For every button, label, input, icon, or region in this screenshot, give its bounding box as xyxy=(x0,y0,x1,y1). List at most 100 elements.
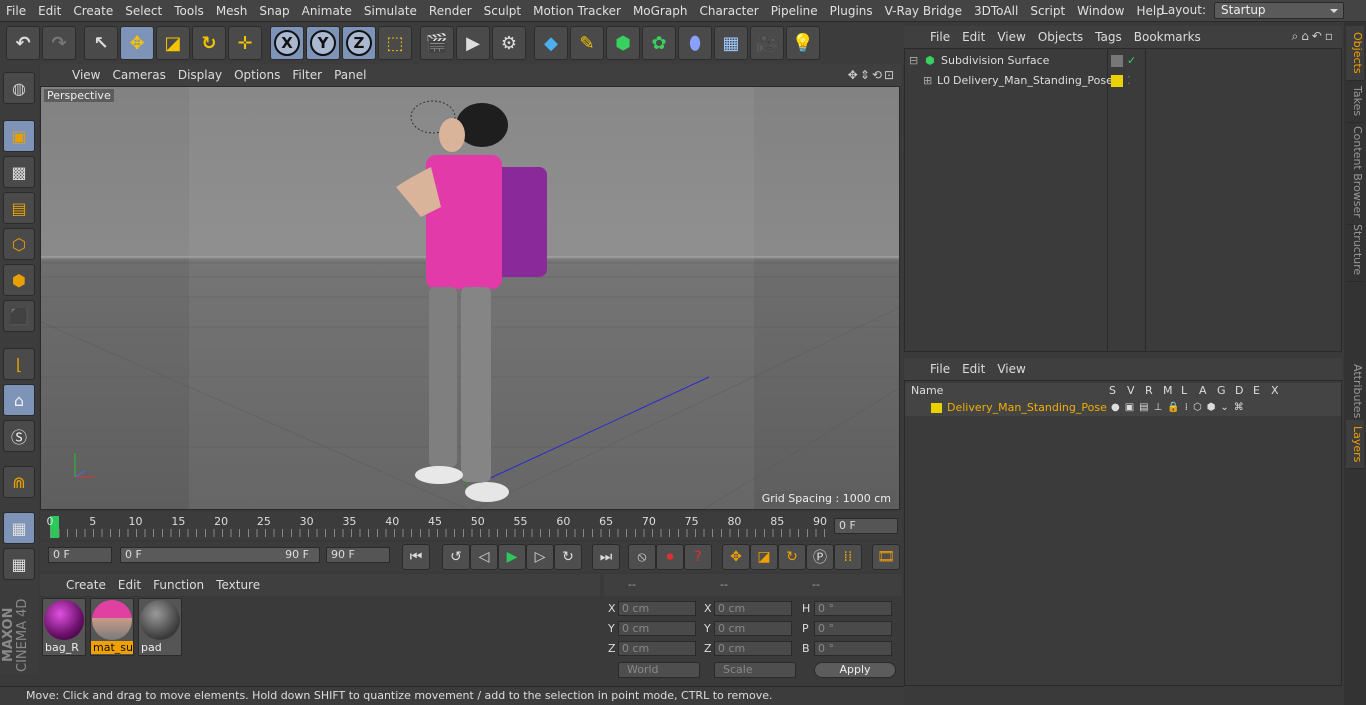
add-subdivision-button[interactable]: ⬢ xyxy=(606,26,640,60)
col-manager[interactable]: M xyxy=(1163,383,1173,399)
menu-simulate[interactable]: Simulate xyxy=(358,4,423,18)
z-axis-lock-button[interactable]: Z xyxy=(342,26,376,60)
menu-pipeline[interactable]: Pipeline xyxy=(765,4,824,18)
layer-color-icon[interactable] xyxy=(931,403,942,413)
move-tool-button[interactable]: ✥ xyxy=(120,26,154,60)
objects-menu-objects[interactable]: Objects xyxy=(1032,30,1089,44)
position-z-field[interactable]: 0 cm xyxy=(618,641,696,656)
make-editable-button[interactable]: ◍ xyxy=(3,72,35,104)
tweak-mode-button[interactable]: ⌂ xyxy=(3,384,35,416)
tab-objects[interactable]: Objects xyxy=(1346,26,1364,81)
material-menu-function[interactable]: Function xyxy=(147,578,210,592)
menu-sculpt[interactable]: Sculpt xyxy=(478,4,527,18)
size-z-field[interactable]: 0 cm xyxy=(714,641,792,656)
add-floor-button[interactable]: ▦ xyxy=(714,26,748,60)
layers-menu-view[interactable]: View xyxy=(991,362,1031,376)
render-view-button[interactable]: 🎬 xyxy=(420,26,454,60)
object-row-delivery-man[interactable]: ⊞ L0 Delivery_Man_Standing_Pose ⁚ xyxy=(905,71,1341,91)
material-item[interactable]: mat_suit xyxy=(90,598,134,656)
current-frame-field[interactable]: 0 F xyxy=(834,518,898,534)
objects-menu-tags[interactable]: Tags xyxy=(1089,30,1128,44)
record-position-button[interactable]: ✥ xyxy=(722,544,750,570)
position-y-field[interactable]: 0 cm xyxy=(618,621,696,636)
add-cloner-button[interactable]: ✿ xyxy=(642,26,676,60)
record-rotation-button[interactable]: ↻ xyxy=(778,544,806,570)
keyframe-selection-button[interactable]: ? xyxy=(684,544,712,570)
planar-workplane-button[interactable]: ▦ xyxy=(3,548,35,580)
col-animation[interactable]: A xyxy=(1199,383,1207,399)
tab-takes[interactable]: Takes xyxy=(1346,80,1364,124)
menu-render[interactable]: Render xyxy=(423,4,478,18)
col-xref[interactable]: X xyxy=(1271,383,1279,399)
record-parameter-button[interactable]: Ⓟ xyxy=(806,544,834,570)
col-generators[interactable]: G xyxy=(1217,383,1226,399)
record-keys-button[interactable]: ⦸ xyxy=(628,544,656,570)
workplane-mode-button[interactable]: ▤ xyxy=(3,192,35,224)
tab-attributes[interactable]: Attributes xyxy=(1346,358,1364,426)
add-cube-button[interactable]: ◆ xyxy=(534,26,568,60)
go-to-start-button[interactable]: ⏮ xyxy=(402,544,430,570)
viewport-menu-panel[interactable]: Panel xyxy=(328,68,372,82)
material-menu-create[interactable]: Create xyxy=(60,578,112,592)
go-to-end-button[interactable]: ⏭ xyxy=(592,544,620,570)
tab-structure[interactable]: Structure xyxy=(1346,218,1364,283)
y-axis-lock-button[interactable]: Y xyxy=(306,26,340,60)
layout-dropdown[interactable]: Startup xyxy=(1214,2,1344,19)
point-mode-button[interactable]: ⬡ xyxy=(3,228,35,260)
layer-flag-icons[interactable]: ●▣▤⊥🔒⁞⬡⬢⌄⌘ xyxy=(1111,399,1249,416)
enabled-check-icon[interactable]: ✓ xyxy=(1127,51,1136,71)
position-x-field[interactable]: 0 cm xyxy=(618,601,696,616)
axis-mode-button[interactable]: ⌊ xyxy=(3,348,35,380)
menu-edit[interactable]: Edit xyxy=(32,4,67,18)
rotate-tool-button[interactable]: ↻ xyxy=(192,26,226,60)
texture-mode-button[interactable]: ▩ xyxy=(3,156,35,188)
menu-select[interactable]: Select xyxy=(119,4,168,18)
add-deformer-button[interactable]: ⬮ xyxy=(678,26,712,60)
next-frame-button[interactable]: ▷ xyxy=(526,544,554,570)
menu-snap[interactable]: Snap xyxy=(253,4,295,18)
3d-viewport[interactable]: Perspective Grid Spacing : 1000 cm xyxy=(40,86,900,510)
viewport-menu-filter[interactable]: Filter xyxy=(286,68,328,82)
camera-label[interactable]: Perspective xyxy=(44,89,114,102)
material-item[interactable]: pad xyxy=(138,598,182,656)
solo-mode-button[interactable]: Ⓢ xyxy=(3,420,35,452)
x-axis-lock-button[interactable]: X xyxy=(270,26,304,60)
col-deformers[interactable]: D xyxy=(1235,383,1243,399)
material-menu-edit[interactable]: Edit xyxy=(112,578,147,592)
add-camera-button[interactable]: 🎥 xyxy=(750,26,784,60)
min-frame-field[interactable]: 0 F xyxy=(48,547,112,563)
max-frame-field[interactable]: 90 F xyxy=(326,547,390,563)
coordinate-mode-dropdown[interactable]: World xyxy=(618,662,700,678)
collapse-icon[interactable]: ⊟ xyxy=(909,51,918,71)
tab-layers[interactable]: Layers xyxy=(1346,420,1364,470)
menu-character[interactable]: Character xyxy=(693,4,764,18)
col-render[interactable]: R xyxy=(1145,383,1153,399)
objects-menu-edit[interactable]: Edit xyxy=(956,30,991,44)
preview-range-slider[interactable]: 0 F 90 F xyxy=(120,547,320,563)
objects-menu-bookmarks[interactable]: Bookmarks xyxy=(1128,30,1207,44)
tab-content-browser[interactable]: Content Browser xyxy=(1346,120,1364,225)
layer-row[interactable]: Delivery_Man_Standing_Pose ●▣▤⊥🔒⁞⬡⬢⌄⌘ xyxy=(905,399,1341,416)
col-expressions[interactable]: E xyxy=(1253,383,1260,399)
recent-tool-button[interactable]: ✛ xyxy=(228,26,262,60)
transform-mode-dropdown[interactable]: Scale xyxy=(714,662,796,678)
apply-button[interactable]: Apply xyxy=(814,662,896,678)
menu-motion-tracker[interactable]: Motion Tracker xyxy=(527,4,627,18)
record-point-level-button[interactable]: ⁞⁞ xyxy=(834,544,862,570)
menu-plugins[interactable]: Plugins xyxy=(824,4,879,18)
rotation-p-field[interactable]: 0 ° xyxy=(814,621,892,636)
size-y-field[interactable]: 0 cm xyxy=(714,621,792,636)
material-item[interactable]: bag_R xyxy=(42,598,86,656)
menu-vray-bridge[interactable]: V-Ray Bridge xyxy=(879,4,968,18)
layers-menu-edit[interactable]: Edit xyxy=(956,362,991,376)
autokey-button[interactable]: ⏺ xyxy=(656,544,684,570)
play-button[interactable]: ▶ xyxy=(498,544,526,570)
menu-script[interactable]: Script xyxy=(1024,4,1071,18)
menu-tools[interactable]: Tools xyxy=(168,4,210,18)
menu-window[interactable]: Window xyxy=(1071,4,1130,18)
viewport-menu-display[interactable]: Display xyxy=(172,68,228,82)
menu-mograph[interactable]: MoGraph xyxy=(627,4,694,18)
render-settings-button[interactable]: ⚙ xyxy=(492,26,526,60)
objects-menu-view[interactable]: View xyxy=(991,30,1031,44)
material-menu-texture[interactable]: Texture xyxy=(210,578,266,592)
